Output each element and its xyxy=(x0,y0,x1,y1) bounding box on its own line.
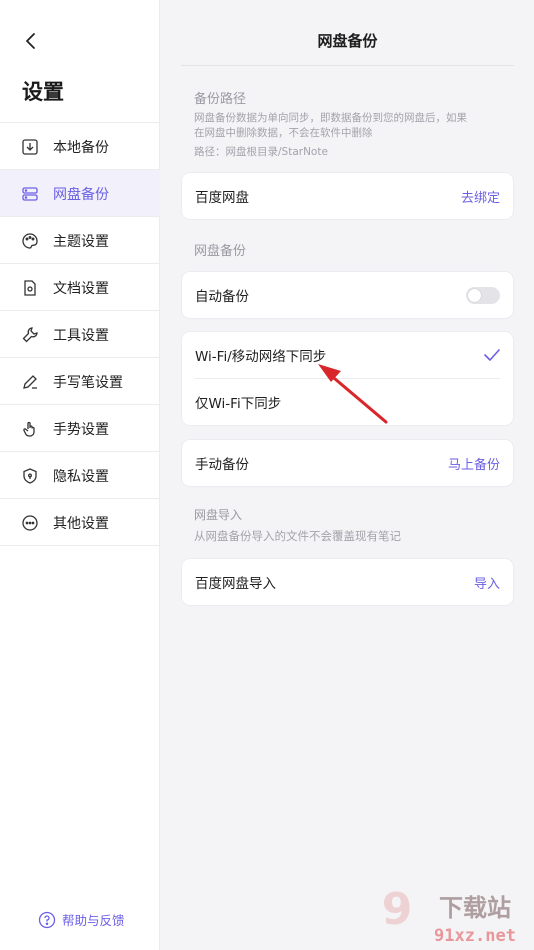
settings-sidebar: 设置 本地备份 网盘备份 主题设置 文档设置 工具设置 手写笔设置 手势设置 隐… xyxy=(0,0,160,950)
sidebar-item-label: 手势设置 xyxy=(53,421,109,438)
watermark-91: 9 xyxy=(382,886,413,935)
watermark-title: 下载站 xyxy=(439,894,511,922)
manual-backup-label: 手动备份 xyxy=(195,457,249,473)
sidebar-item-privacy[interactable]: 隐私设置 xyxy=(0,452,160,499)
backup-path-desc-line2: 在网盘中删除数据，不会在软件中删除 xyxy=(194,127,373,139)
sync-option-wifi-only[interactable]: 仅Wi-Fi下同步 xyxy=(182,379,513,425)
palette-icon xyxy=(20,231,40,251)
auto-backup-toggle[interactable] xyxy=(466,286,500,304)
unbind-button[interactable]: 去绑定 xyxy=(461,187,500,206)
sidebar-item-label: 工具设置 xyxy=(53,327,109,344)
title-divider xyxy=(181,65,514,66)
import-button[interactable]: 导入 xyxy=(474,573,500,592)
sync-option-label: 仅Wi-Fi下同步 xyxy=(195,396,282,412)
auto-backup-label: 自动备份 xyxy=(195,289,249,305)
backup-path-section-title: 备份路径 xyxy=(194,92,247,107)
backup-path-desc-line1: 网盘备份数据为单向同步，即数据备份到您的网盘后，如果 xyxy=(194,112,467,124)
manual-backup-card: 手动备份 马上备份 xyxy=(181,439,514,487)
sidebar-item-label: 文档设置 xyxy=(53,280,109,297)
shield-icon xyxy=(20,466,40,486)
baidu-import-label: 百度网盘导入 xyxy=(195,576,276,592)
auto-backup-row: 自动备份 xyxy=(182,272,513,318)
main-panel: 网盘备份 备份路径 网盘备份数据为单向同步，即数据备份到您的网盘后，如果 在网盘… xyxy=(161,0,534,950)
hand-gesture-icon xyxy=(20,419,40,439)
more-icon xyxy=(20,513,40,533)
sidebar-item-label: 隐私设置 xyxy=(53,468,109,485)
backup-path-description: 网盘备份数据为单向同步，即数据备份到您的网盘后，如果 在网盘中删除数据，不会在软… xyxy=(194,111,479,160)
settings-nav: 本地备份 网盘备份 主题设置 文档设置 工具设置 手写笔设置 手势设置 隐私设置… xyxy=(0,122,160,546)
sidebar-item-theme[interactable]: 主题设置 xyxy=(0,217,160,264)
document-settings-icon xyxy=(20,278,40,298)
sidebar-item-document[interactable]: 文档设置 xyxy=(0,264,160,311)
help-icon xyxy=(38,911,56,928)
backup-path-value: 路径：网盘根目录/StarNote xyxy=(194,146,328,158)
checkmark-icon xyxy=(484,349,500,361)
toggle-knob xyxy=(468,288,481,302)
sidebar-item-label: 手写笔设置 xyxy=(53,374,123,391)
page-title: 网盘备份 xyxy=(317,32,378,50)
sync-options-card: Wi-Fi/移动网络下同步 仅Wi-Fi下同步 xyxy=(181,331,514,426)
cloud-import-section-title: 网盘导入 xyxy=(194,508,243,522)
cloud-import-description: 从网盘备份导入的文件不会覆盖现有笔记 xyxy=(194,529,401,543)
sidebar-item-label: 本地备份 xyxy=(53,139,109,156)
sidebar-title: 设置 xyxy=(22,80,64,104)
baidu-drive-label: 百度网盘 xyxy=(195,190,249,206)
baidu-drive-card: 百度网盘 去绑定 xyxy=(181,172,514,220)
cloud-backup-section-title: 网盘备份 xyxy=(194,244,247,259)
backup-now-button[interactable]: 马上备份 xyxy=(448,454,500,473)
back-arrow-icon[interactable] xyxy=(20,30,42,52)
sync-option-label: Wi-Fi/移动网络下同步 xyxy=(195,349,327,365)
sidebar-item-gesture[interactable]: 手势设置 xyxy=(0,405,160,452)
sidebar-item-local-backup[interactable]: 本地备份 xyxy=(0,123,160,170)
help-feedback-link[interactable]: 帮助与反馈 xyxy=(38,910,125,929)
baidu-import-card: 百度网盘导入 导入 xyxy=(181,558,514,606)
auto-backup-card: 自动备份 xyxy=(181,271,514,319)
sync-option-wifi-mobile[interactable]: Wi-Fi/移动网络下同步 xyxy=(182,332,513,378)
baidu-drive-row: 百度网盘 去绑定 xyxy=(182,173,513,219)
sidebar-item-label: 主题设置 xyxy=(53,233,109,250)
local-backup-icon xyxy=(20,137,40,157)
watermark-logo: 9 下载站 91xz.net xyxy=(382,886,516,946)
help-label: 帮助与反馈 xyxy=(62,913,125,928)
sidebar-item-tools[interactable]: 工具设置 xyxy=(0,311,160,358)
sidebar-item-label: 网盘备份 xyxy=(53,186,109,203)
manual-backup-row: 手动备份 马上备份 xyxy=(182,440,513,486)
watermark-url: 91xz.net xyxy=(434,926,516,946)
sidebar-item-other[interactable]: 其他设置 xyxy=(0,499,160,546)
baidu-import-row: 百度网盘导入 导入 xyxy=(182,559,513,605)
sidebar-item-cloud-backup[interactable]: 网盘备份 xyxy=(0,170,160,217)
sidebar-item-pen[interactable]: 手写笔设置 xyxy=(0,358,160,405)
sidebar-item-label: 其他设置 xyxy=(53,515,109,532)
pen-icon xyxy=(20,372,40,392)
wrench-icon xyxy=(20,325,40,345)
cloud-drive-icon xyxy=(20,184,40,204)
